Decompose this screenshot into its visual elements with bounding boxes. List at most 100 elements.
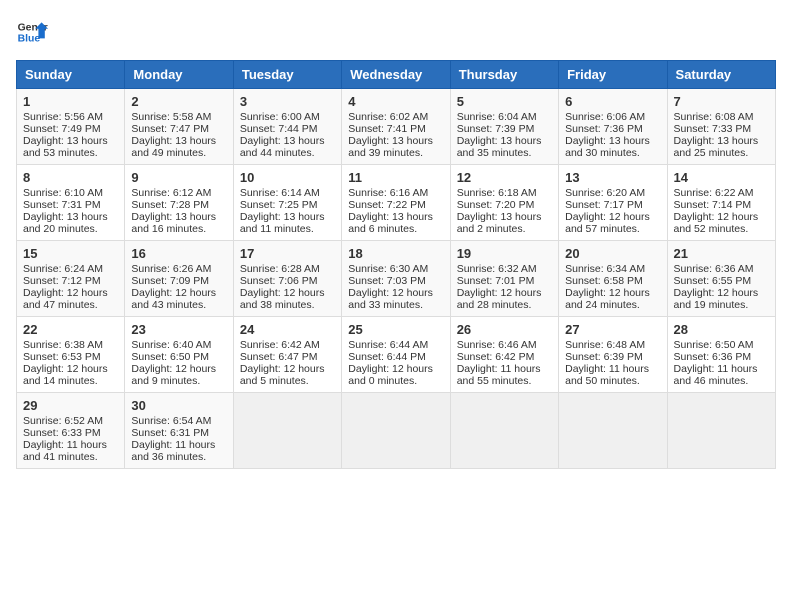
day-info-line: Sunset: 7:06 PM (240, 275, 335, 287)
day-info-line: Sunset: 7:20 PM (457, 199, 552, 211)
weekday-header-tuesday: Tuesday (233, 61, 341, 89)
day-info-line: and 11 minutes. (240, 223, 335, 235)
weekday-header-friday: Friday (559, 61, 667, 89)
calendar-week-row: 29Sunrise: 6:52 AMSunset: 6:33 PMDayligh… (17, 393, 776, 469)
day-info-line: and 0 minutes. (348, 375, 443, 387)
day-number: 25 (348, 322, 443, 337)
day-info-line: Sunrise: 6:24 AM (23, 263, 118, 275)
day-info-line: Sunset: 7:44 PM (240, 123, 335, 135)
day-info-line: Daylight: 12 hours (240, 363, 335, 375)
calendar-cell: 30Sunrise: 6:54 AMSunset: 6:31 PMDayligh… (125, 393, 233, 469)
day-info-line: and 46 minutes. (674, 375, 769, 387)
day-info-line: Daylight: 13 hours (131, 135, 226, 147)
day-number: 11 (348, 170, 443, 185)
day-number: 10 (240, 170, 335, 185)
calendar-cell: 6Sunrise: 6:06 AMSunset: 7:36 PMDaylight… (559, 89, 667, 165)
weekday-header-sunday: Sunday (17, 61, 125, 89)
day-number: 23 (131, 322, 226, 337)
logo-icon: General Blue (16, 16, 48, 48)
day-info-line: Daylight: 13 hours (23, 211, 118, 223)
day-info-line: and 39 minutes. (348, 147, 443, 159)
day-info-line: Sunrise: 6:12 AM (131, 187, 226, 199)
day-info-line: Sunrise: 6:28 AM (240, 263, 335, 275)
day-info-line: and 30 minutes. (565, 147, 660, 159)
day-number: 13 (565, 170, 660, 185)
day-number: 2 (131, 94, 226, 109)
page-header: General Blue (16, 16, 776, 48)
day-info-line: Sunrise: 5:58 AM (131, 111, 226, 123)
day-info-line: Sunset: 7:22 PM (348, 199, 443, 211)
day-info-line: Sunrise: 6:20 AM (565, 187, 660, 199)
day-info-line: and 5 minutes. (240, 375, 335, 387)
day-info-line: Sunrise: 6:08 AM (674, 111, 769, 123)
day-info-line: Sunset: 7:36 PM (565, 123, 660, 135)
day-info-line: Sunrise: 6:22 AM (674, 187, 769, 199)
calendar-cell: 20Sunrise: 6:34 AMSunset: 6:58 PMDayligh… (559, 241, 667, 317)
day-info-line: Daylight: 11 hours (131, 439, 226, 451)
calendar-cell: 4Sunrise: 6:02 AMSunset: 7:41 PMDaylight… (342, 89, 450, 165)
day-info-line: Sunset: 7:12 PM (23, 275, 118, 287)
day-info-line: Sunset: 6:47 PM (240, 351, 335, 363)
calendar-cell: 23 Sunrise: 6:40 AMSunset: 6:50 PMDayligh… (125, 317, 233, 393)
day-info-line: and 41 minutes. (23, 451, 118, 463)
day-info-line: and 57 minutes. (565, 223, 660, 235)
day-info-line: Sunrise: 6:38 AM (23, 339, 118, 351)
day-info-line: Sunrise: 6:14 AM (240, 187, 335, 199)
calendar-cell: 8Sunrise: 6:10 AMSunset: 7:31 PMDaylight… (17, 165, 125, 241)
day-info-line: Daylight: 12 hours (674, 287, 769, 299)
day-number: 4 (348, 94, 443, 109)
day-number: 18 (348, 246, 443, 261)
day-number: 24 (240, 322, 335, 337)
day-info-line: and 35 minutes. (457, 147, 552, 159)
calendar-table: SundayMondayTuesdayWednesdayThursdayFrid… (16, 60, 776, 469)
day-info-line: Sunset: 7:33 PM (674, 123, 769, 135)
calendar-cell: 24Sunrise: 6:42 AMSunset: 6:47 PMDayligh… (233, 317, 341, 393)
day-info-line: Sunset: 7:17 PM (565, 199, 660, 211)
day-info-line: Sunset: 6:36 PM (674, 351, 769, 363)
calendar-cell: 12Sunrise: 6:18 AMSunset: 7:20 PMDayligh… (450, 165, 558, 241)
calendar-cell: 19Sunrise: 6:32 AMSunset: 7:01 PMDayligh… (450, 241, 558, 317)
day-info-line: Sunrise: 6:48 AM (565, 339, 660, 351)
day-info-line: and 33 minutes. (348, 299, 443, 311)
day-info-line: and 49 minutes. (131, 147, 226, 159)
day-number: 14 (674, 170, 769, 185)
day-info-line: Sunset: 6:50 PM (131, 351, 226, 363)
calendar-week-row: 8Sunrise: 6:10 AMSunset: 7:31 PMDaylight… (17, 165, 776, 241)
day-info-line: Sunset: 7:28 PM (131, 199, 226, 211)
day-number: 19 (457, 246, 552, 261)
day-info-line: and 38 minutes. (240, 299, 335, 311)
day-info-line: Sunset: 7:03 PM (348, 275, 443, 287)
calendar-cell: 2Sunrise: 5:58 AMSunset: 7:47 PMDaylight… (125, 89, 233, 165)
day-info-line: and 24 minutes. (565, 299, 660, 311)
day-info-line: and 36 minutes. (131, 451, 226, 463)
day-info-line: Sunrise: 6:46 AM (457, 339, 552, 351)
day-info-line: Sunset: 7:49 PM (23, 123, 118, 135)
day-info-line: Daylight: 13 hours (348, 211, 443, 223)
day-info-line: and 14 minutes. (23, 375, 118, 387)
day-info-line: Sunset: 7:31 PM (23, 199, 118, 211)
calendar-cell (667, 393, 775, 469)
weekday-header-wednesday: Wednesday (342, 61, 450, 89)
day-info-line: Sunrise: 6:54 AM (131, 415, 226, 427)
calendar-cell: 10Sunrise: 6:14 AMSunset: 7:25 PMDayligh… (233, 165, 341, 241)
calendar-header-row: SundayMondayTuesdayWednesdayThursdayFrid… (17, 61, 776, 89)
day-info-line: Sunrise: 6:40 AM (131, 339, 226, 351)
day-info-line: Sunset: 6:31 PM (131, 427, 226, 439)
day-info-line: Daylight: 12 hours (131, 363, 226, 375)
day-number: 5 (457, 94, 552, 109)
day-info-line: and 2 minutes. (457, 223, 552, 235)
day-info-line: and 28 minutes. (457, 299, 552, 311)
calendar-cell: 16Sunrise: 6:26 AMSunset: 7:09 PMDayligh… (125, 241, 233, 317)
day-info-line: Sunrise: 6:52 AM (23, 415, 118, 427)
day-info-line: Daylight: 13 hours (457, 211, 552, 223)
day-info-line: and 9 minutes. (131, 375, 226, 387)
weekday-header-thursday: Thursday (450, 61, 558, 89)
day-number: 12 (457, 170, 552, 185)
calendar-cell: 17Sunrise: 6:28 AMSunset: 7:06 PMDayligh… (233, 241, 341, 317)
day-number: 22 (23, 322, 118, 337)
day-info-line: Daylight: 12 hours (23, 363, 118, 375)
calendar-cell: 18Sunrise: 6:30 AMSunset: 7:03 PMDayligh… (342, 241, 450, 317)
day-info-line: Daylight: 12 hours (23, 287, 118, 299)
day-info-line: Daylight: 12 hours (565, 287, 660, 299)
calendar-cell: 1Sunrise: 5:56 AMSunset: 7:49 PMDaylight… (17, 89, 125, 165)
